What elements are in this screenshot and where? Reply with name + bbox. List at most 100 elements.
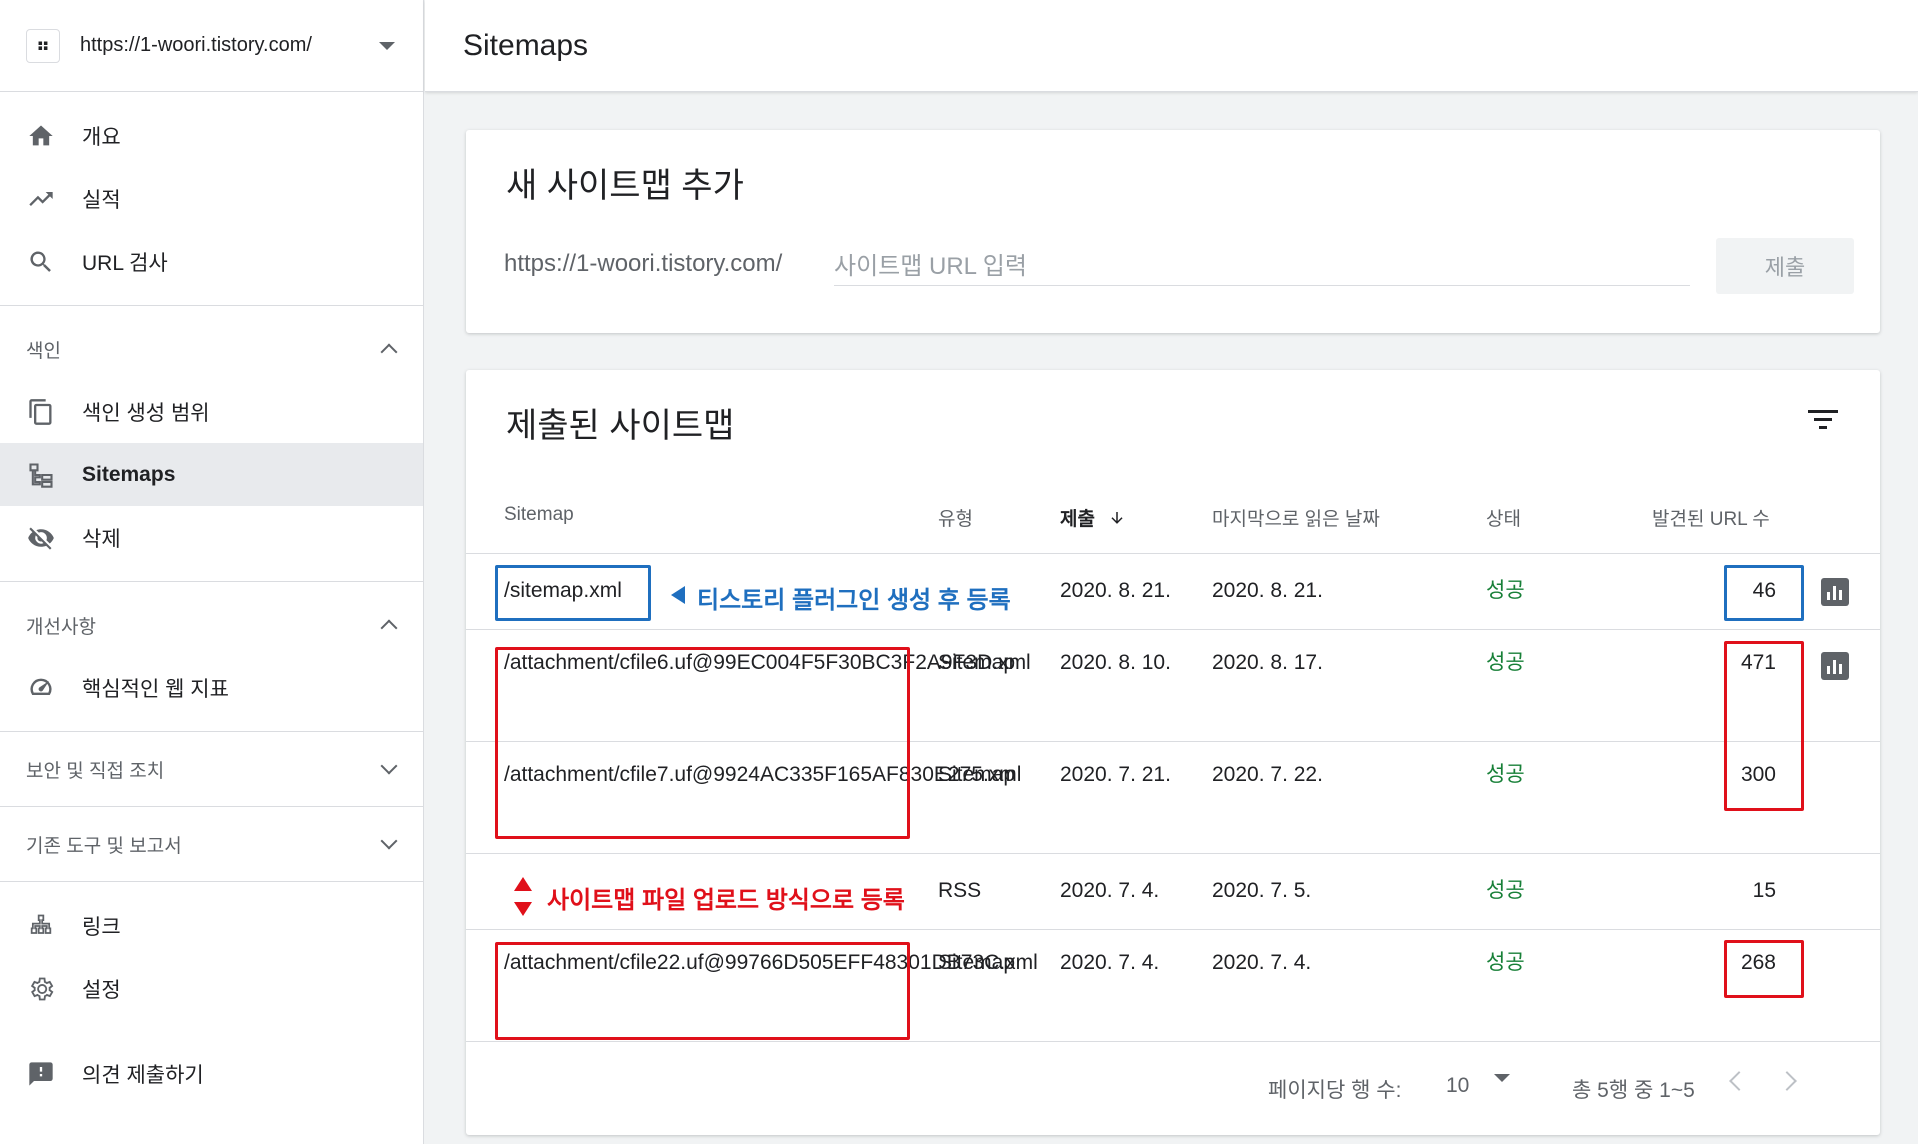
sidebar-item-label: 링크 bbox=[82, 915, 121, 939]
table-header: Sitemap 유형 제출 마지막으로 읽은 날짜 상태 발견된 URL 수 bbox=[466, 478, 1880, 554]
chart-icon[interactable] bbox=[1821, 652, 1849, 680]
tistory-logo-icon: ⠶ bbox=[26, 28, 60, 63]
sidebar-item-settings[interactable]: 설정 bbox=[0, 957, 423, 1020]
nav-index-group: 색인 색인 생성 범위 Sitemaps 삭제 bbox=[0, 306, 423, 582]
filter-icon[interactable] bbox=[1806, 405, 1840, 435]
annotation-note-red: 사이트맵 파일 업로드 방식으로 등록 bbox=[547, 887, 905, 914]
arrow-down-icon bbox=[514, 902, 532, 916]
status-badge: 성공 bbox=[1486, 879, 1525, 902]
annotation-note-blue: 티스토리 플러그인 생성 후 등록 bbox=[697, 587, 1011, 614]
add-sitemap-card: 새 사이트맵 추가 https://1-woori.tistory.com/ 제… bbox=[466, 130, 1880, 333]
sidebar-item-label: Sitemaps bbox=[82, 462, 176, 486]
chevron-right-icon[interactable] bbox=[1777, 1071, 1797, 1091]
url-count: 300 bbox=[1740, 763, 1776, 786]
sidebar-item-links[interactable]: 링크 bbox=[0, 894, 423, 957]
sitemap-type: Sitemap bbox=[938, 951, 1016, 974]
triangle-left-icon bbox=[671, 586, 685, 604]
sitemap-type: Sitemap bbox=[938, 651, 1016, 674]
section-index-toggle[interactable]: 색인 bbox=[0, 318, 423, 380]
sidebar-item-label: 삭제 bbox=[82, 527, 121, 551]
sidebar-item-feedback[interactable]: 의견 제출하기 bbox=[0, 1042, 423, 1105]
column-header-type[interactable]: 유형 bbox=[938, 504, 973, 531]
section-security-toggle[interactable]: 보안 및 직접 조치 bbox=[0, 738, 423, 800]
caret-down-icon[interactable] bbox=[1494, 1074, 1510, 1082]
caret-down-icon bbox=[379, 41, 395, 50]
chevron-left-icon[interactable] bbox=[1729, 1071, 1749, 1091]
feedback-icon bbox=[26, 1059, 56, 1089]
chart-icon[interactable] bbox=[1821, 578, 1849, 606]
sitemap-type: RSS bbox=[938, 879, 982, 902]
nav-enhance-group: 개선사항 핵심적인 웹 지표 bbox=[0, 582, 423, 732]
add-sitemap-title: 새 사이트맵 추가 bbox=[506, 167, 744, 205]
sidebar-item-label: 의견 제출하기 bbox=[82, 1063, 204, 1087]
submitted-sitemaps-title: 제출된 사이트맵 bbox=[506, 407, 735, 445]
chevron-down-icon bbox=[380, 757, 398, 775]
nav-security-group: 보안 및 직접 조치 bbox=[0, 732, 423, 807]
speed-icon bbox=[26, 673, 56, 703]
submitted-date: 2020. 7. 4. bbox=[1060, 879, 1160, 902]
sidebar-item-sitemaps[interactable]: Sitemaps bbox=[0, 443, 423, 506]
nav-legacy-group: 기존 도구 및 보고서 bbox=[0, 807, 423, 882]
sitemap-url-input[interactable] bbox=[834, 242, 1690, 286]
sidebar-item-core-web-vitals[interactable]: 핵심적인 웹 지표 bbox=[0, 656, 423, 719]
search-icon bbox=[26, 247, 56, 277]
sitemap-type: Sitemap bbox=[938, 763, 1016, 786]
sitemap-path: /attachment/cfile22.uf@99766D505EFF48301… bbox=[504, 951, 1038, 974]
last-read-date: 2020. 7. 22. bbox=[1212, 763, 1323, 786]
url-count: 15 bbox=[1752, 879, 1776, 902]
submitted-date: 2020. 8. 10. bbox=[1060, 651, 1171, 674]
sidebar-item-coverage[interactable]: 색인 생성 범위 bbox=[0, 380, 423, 443]
chevron-up-icon bbox=[380, 619, 398, 637]
sidebar-item-url-inspection[interactable]: URL 검사 bbox=[0, 230, 423, 293]
sidebar-item-label: 개요 bbox=[82, 125, 121, 149]
table-row[interactable]: /attachment/cfile22.uf@99766D505EFF48301… bbox=[466, 930, 1880, 1042]
section-legacy-toggle[interactable]: 기존 도구 및 보고서 bbox=[0, 813, 423, 875]
trending-up-icon bbox=[26, 184, 56, 214]
sitemap-url-prefix: https://1-woori.tistory.com/ bbox=[504, 250, 783, 277]
nav-bottom-group: 링크 설정 의견 제출하기 bbox=[0, 882, 423, 1117]
chevron-up-icon bbox=[380, 343, 398, 361]
nav-top-group: 개요 실적 URL 검사 bbox=[0, 92, 423, 306]
rows-per-page-label: 페이지당 행 수: bbox=[1268, 1079, 1402, 1102]
sidebar-item-label: URL 검사 bbox=[82, 251, 168, 275]
links-icon bbox=[26, 911, 56, 941]
table-row[interactable]: /attachment/cfile6.uf@99EC004F5F30BC3F2A… bbox=[466, 630, 1880, 742]
sidebar-item-removals[interactable]: 삭제 bbox=[0, 506, 423, 569]
eye-off-icon bbox=[26, 523, 56, 553]
url-count: 471 bbox=[1740, 651, 1776, 674]
table-row[interactable]: /attachment/cfile7.uf@9924AC335F165AF830… bbox=[466, 742, 1880, 854]
sidebar: ⠶ https://1-woori.tistory.com/ 개요 실적 URL… bbox=[0, 0, 424, 1144]
arrow-down-icon bbox=[1111, 512, 1123, 524]
last-read-date: 2020. 8. 21. bbox=[1212, 579, 1323, 602]
url-count: 46 bbox=[1752, 579, 1776, 602]
property-url: https://1-woori.tistory.com/ bbox=[80, 34, 312, 56]
sidebar-item-performance[interactable]: 실적 bbox=[0, 167, 423, 230]
gear-icon bbox=[26, 974, 56, 1004]
column-header-last-read[interactable]: 마지막으로 읽은 날짜 bbox=[1212, 504, 1380, 531]
pagination-range: 총 5행 중 1~5 bbox=[1572, 1079, 1695, 1102]
column-header-sitemap[interactable]: Sitemap bbox=[504, 504, 574, 526]
column-header-submitted[interactable]: 제출 bbox=[1060, 504, 1126, 531]
submitted-date: 2020. 7. 21. bbox=[1060, 763, 1171, 786]
section-title: 색인 bbox=[26, 340, 61, 362]
page-header: Sitemaps bbox=[425, 0, 1918, 92]
rows-per-page-select[interactable]: 10 bbox=[1446, 1074, 1469, 1098]
url-count: 268 bbox=[1740, 951, 1776, 974]
submitted-sitemaps-card: 제출된 사이트맵 Sitemap 유형 제출 마지막으로 읽은 날짜 상태 발견… bbox=[466, 370, 1880, 1135]
section-title: 개선사항 bbox=[26, 616, 96, 638]
column-header-urls[interactable]: 발견된 URL 수 bbox=[1652, 504, 1770, 531]
section-enhance-toggle[interactable]: 개선사항 bbox=[0, 594, 423, 656]
status-badge: 성공 bbox=[1486, 951, 1525, 974]
sitemap-icon bbox=[26, 460, 56, 490]
last-read-date: 2020. 7. 5. bbox=[1212, 879, 1312, 902]
sidebar-item-label: 핵심적인 웹 지표 bbox=[82, 677, 229, 701]
sidebar-item-overview[interactable]: 개요 bbox=[0, 104, 423, 167]
sitemap-path: /attachment/cfile7.uf@9924AC335F165AF830… bbox=[504, 763, 1022, 786]
property-selector[interactable]: ⠶ https://1-woori.tistory.com/ bbox=[0, 0, 423, 92]
status-badge: 성공 bbox=[1486, 579, 1525, 602]
column-header-status[interactable]: 상태 bbox=[1486, 504, 1521, 531]
status-badge: 성공 bbox=[1486, 651, 1525, 674]
section-title: 보안 및 직접 조치 bbox=[26, 760, 165, 782]
submit-button[interactable]: 제출 bbox=[1716, 238, 1854, 294]
sidebar-item-label: 설정 bbox=[82, 978, 121, 1002]
